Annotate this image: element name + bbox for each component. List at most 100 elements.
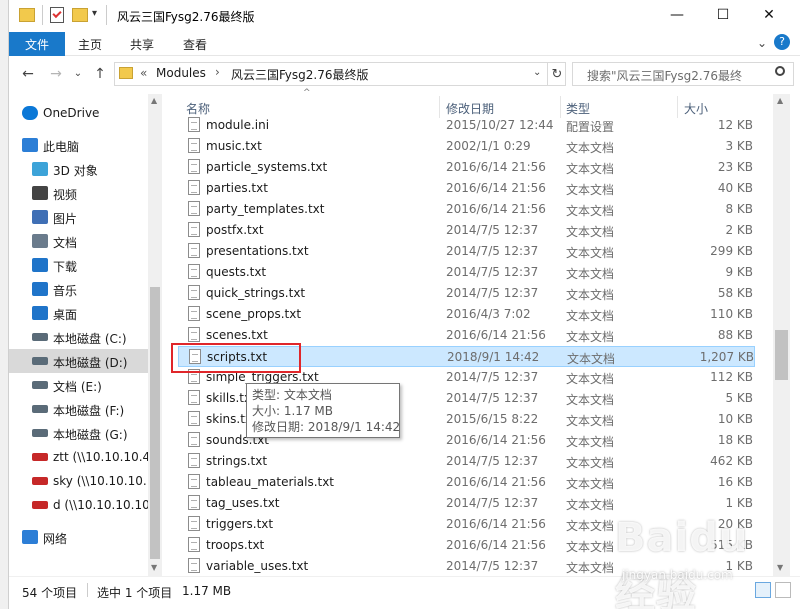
table-row[interactable]: tag_uses.txt 2014/7/5 12:37 文本文档 1 KB (178, 493, 755, 514)
ribbon-bar (9, 32, 800, 56)
sidebar-item[interactable]: 此电脑 (9, 133, 148, 157)
text-file-icon (188, 243, 200, 258)
sidebar-item[interactable]: ztt (\\10.10.10.4 (9, 445, 148, 469)
text-file-icon (188, 453, 200, 468)
maximize-button[interactable]: ☐ (700, 0, 746, 30)
table-row[interactable]: presentations.txt 2014/7/5 12:37 文本文档 299 K… (178, 241, 755, 262)
file-type: 文本文档 (566, 267, 615, 281)
network-drive-icon (32, 477, 48, 485)
sidebar-item-label: 文档 (E:) (53, 380, 102, 394)
sidebar-item[interactable]: 音乐 (9, 277, 148, 301)
text-file-icon (188, 306, 200, 321)
network-drive-icon (32, 453, 48, 461)
sidebar-item[interactable]: 文档 (9, 229, 148, 253)
sidebar-item[interactable]: 本地磁盘 (D:) (9, 349, 148, 373)
sidebar-item[interactable]: 网络 (9, 525, 148, 549)
sidebar-item[interactable]: 本地磁盘 (C:) (9, 325, 148, 349)
table-row[interactable]: quests.txt 2014/7/5 12:37 文本文档 9 KB (178, 262, 755, 283)
table-row[interactable]: quick_strings.txt 2014/7/5 12:37 文本文档 58 KB (178, 283, 755, 304)
close-button[interactable]: ✕ (746, 0, 792, 30)
table-row[interactable]: module.ini 2015/10/27 12:44 配置设置 12 KB (178, 115, 755, 136)
new-folder-icon[interactable] (72, 8, 88, 22)
sidebar-item[interactable]: 3D 对象 (9, 157, 148, 181)
table-row[interactable]: scene_props.txt 2016/4/3 7:02 文本文档 110 KB (178, 304, 755, 325)
recent-locations-icon[interactable]: ⌄ (68, 68, 88, 79)
breadcrumb-item[interactable]: Modules (156, 66, 206, 80)
file-size: 88 KB (717, 328, 753, 342)
tab-home[interactable]: 主页 (78, 36, 102, 53)
computer-icon (22, 138, 38, 152)
table-row[interactable]: strings.txt 2014/7/5 12:37 文本文档 462 KB (178, 451, 755, 472)
forward-button[interactable]: → (46, 66, 66, 82)
file-size: 299 KB (710, 244, 753, 258)
refresh-button[interactable]: ↻ (547, 62, 566, 86)
file-list-scroll-thumb[interactable] (775, 330, 788, 380)
table-row[interactable]: tableau_materials.txt 2016/6/14 21:56 文本文档… (178, 472, 755, 493)
text-file-icon (188, 222, 200, 237)
tab-file[interactable]: 文件 (9, 32, 65, 56)
scroll-down-icon[interactable]: ▼ (151, 563, 157, 572)
search-placeholder: 搜索"风云三国Fysg2.76最终 (587, 69, 743, 83)
file-size: 3 KB (725, 139, 753, 153)
file-date: 2016/6/14 21:56 (446, 202, 546, 216)
file-size: 110 KB (710, 307, 753, 321)
file-name: module.ini (206, 118, 270, 132)
tab-share[interactable]: 共享 (130, 36, 154, 53)
sidebar-scroll-thumb[interactable] (150, 287, 160, 559)
drive-icon (32, 429, 48, 437)
path-overflow-icon[interactable]: « (140, 66, 147, 80)
text-file-icon (188, 264, 200, 279)
cloud-icon (22, 106, 38, 120)
file-date: 2014/7/5 12:37 (446, 370, 539, 384)
tab-view[interactable]: 查看 (183, 36, 207, 53)
file-name: scenes.txt (206, 328, 268, 342)
qat-dropdown-icon[interactable]: ▾ (92, 8, 97, 19)
up-button[interactable]: ↑ (90, 66, 110, 82)
file-date: 2016/6/14 21:56 (446, 433, 546, 447)
file-size: 23 KB (717, 160, 753, 174)
back-button[interactable]: ← (18, 66, 38, 82)
sidebar-item[interactable]: 桌面 (9, 301, 148, 325)
text-file-icon (188, 432, 200, 447)
sidebar-item[interactable]: 本地磁盘 (G:) (9, 421, 148, 445)
file-name: scene_props.txt (206, 307, 302, 321)
table-row[interactable]: parties.txt 2016/6/14 21:56 文本文档 40 KB (178, 178, 755, 199)
sidebar-item-label: 下载 (53, 260, 78, 274)
file-date: 2014/7/5 12:37 (446, 223, 539, 237)
qat-divider (42, 5, 43, 25)
minimize-button[interactable]: — (654, 0, 700, 30)
file-type: 文本文档 (566, 477, 615, 491)
sidebar-item-label: 本地磁盘 (G:) (53, 428, 128, 442)
sidebar-item[interactable]: 文档 (E:) (9, 373, 148, 397)
sidebar-item[interactable]: 下载 (9, 253, 148, 277)
file-name: variable_uses.txt (206, 559, 309, 573)
breadcrumb-separator-icon[interactable]: › (215, 65, 220, 79)
sidebar-item[interactable]: 视频 (9, 181, 148, 205)
address-dropdown-icon[interactable]: ⌄ (533, 67, 541, 78)
search-icon[interactable] (775, 66, 785, 76)
scroll-up-icon[interactable]: ▲ (151, 96, 157, 105)
table-row[interactable]: postfx.txt 2014/7/5 12:37 文本文档 2 KB (178, 220, 755, 241)
sidebar-item[interactable]: d (\\10.10.10.10 (9, 493, 148, 517)
table-row[interactable]: music.txt 2002/1/1 0:29 文本文档 3 KB (178, 136, 755, 157)
scroll-up-icon[interactable]: ▲ (777, 96, 783, 105)
file-type: 文本文档 (566, 540, 615, 554)
file-name: quick_strings.txt (206, 286, 306, 300)
file-size: 462 KB (710, 454, 753, 468)
breadcrumb-item[interactable]: 风云三国Fysg2.76最终版 (231, 66, 369, 83)
picture-icon (32, 210, 48, 224)
file-type: 文本文档 (566, 519, 615, 533)
sidebar-item[interactable]: 图片 (9, 205, 148, 229)
sidebar-item-label: 视频 (53, 188, 78, 202)
table-row[interactable]: party_templates.txt 2016/6/14 21:56 文本文档 8 … (178, 199, 755, 220)
sidebar-item[interactable]: sky (\\10.10.10.1 (9, 469, 148, 493)
ribbon-expand-icon[interactable]: ⌄ (757, 36, 767, 50)
help-icon[interactable]: ? (774, 34, 790, 50)
sidebar-item-label: 本地磁盘 (C:) (53, 332, 127, 346)
sidebar-item[interactable]: OneDrive (9, 101, 148, 125)
text-file-icon (188, 474, 200, 489)
text-file-icon (188, 537, 200, 552)
sidebar-item[interactable]: 本地磁盘 (F:) (9, 397, 148, 421)
table-row[interactable]: particle_systems.txt 2016/6/14 21:56 文本文档 2… (178, 157, 755, 178)
properties-icon[interactable] (50, 7, 64, 23)
